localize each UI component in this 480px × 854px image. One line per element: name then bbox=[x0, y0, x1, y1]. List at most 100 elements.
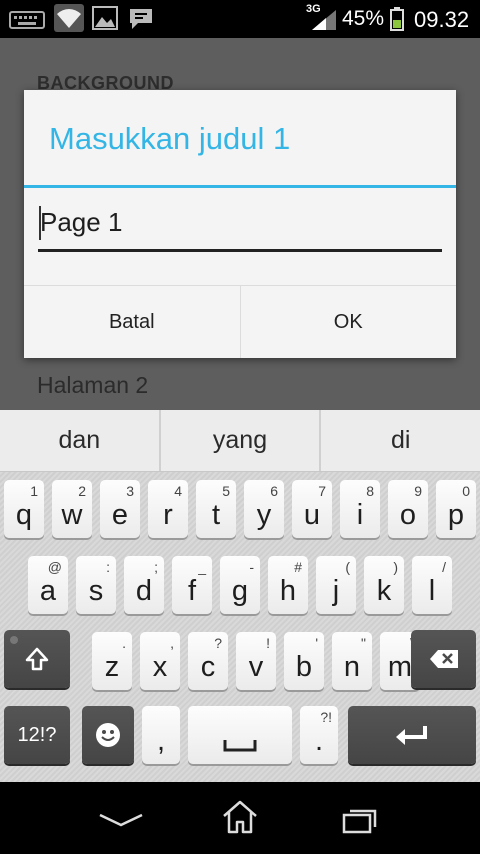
key-label: l bbox=[428, 575, 436, 607]
key-n[interactable]: " n bbox=[332, 632, 372, 690]
key-label: v bbox=[248, 651, 264, 683]
soft-keyboard: dan yang di 1q2w3e4r5t6y7u8i9o0p @ a: s; d _… bbox=[0, 410, 480, 782]
key-hint: / bbox=[442, 559, 446, 575]
key-label: x bbox=[152, 651, 168, 683]
key-i[interactable]: 8i bbox=[340, 480, 380, 538]
keyboard-icon bbox=[9, 11, 45, 29]
key-label: j bbox=[332, 575, 340, 607]
dialog-title: Masukkan judul 1 bbox=[49, 121, 291, 156]
navigation-bar bbox=[0, 782, 480, 854]
key-v[interactable]: ! v bbox=[236, 632, 276, 690]
key-label: c bbox=[200, 651, 216, 683]
key-hint: 4 bbox=[174, 483, 182, 499]
key-o[interactable]: 9o bbox=[388, 480, 428, 538]
key-hint: : bbox=[106, 559, 110, 575]
wifi-icon bbox=[54, 4, 84, 32]
title-divider bbox=[24, 185, 456, 188]
enter-key[interactable] bbox=[348, 706, 476, 764]
key-x[interactable]: ,x bbox=[140, 632, 180, 690]
key-hint: ( bbox=[345, 559, 350, 575]
message-icon bbox=[130, 9, 152, 29]
key-hint: 2 bbox=[78, 483, 86, 499]
key-hint: " bbox=[361, 635, 366, 651]
key-label: q bbox=[15, 499, 33, 531]
period-key[interactable]: ?! . bbox=[300, 706, 338, 764]
key-label: f bbox=[187, 575, 197, 607]
shift-icon bbox=[25, 647, 49, 671]
suggestion-2[interactable]: yang bbox=[158, 410, 320, 471]
key-label: s bbox=[88, 575, 104, 607]
key-hint: , bbox=[170, 635, 174, 651]
key-l[interactable]: / l bbox=[412, 556, 452, 614]
comma-key-label: , bbox=[156, 725, 166, 757]
suggestion-bar: dan yang di bbox=[0, 410, 480, 472]
title-dialog: Masukkan judul 1 Page 1 Batal OK bbox=[24, 90, 456, 358]
key-hint: @ bbox=[47, 559, 62, 575]
key-b[interactable]: ' b bbox=[284, 632, 324, 690]
key-label: r bbox=[163, 499, 173, 531]
key-a[interactable]: @ a bbox=[28, 556, 68, 614]
key-hint: ' bbox=[315, 635, 318, 651]
key-label: n bbox=[343, 651, 361, 683]
home-icon[interactable] bbox=[222, 800, 258, 834]
comma-key[interactable]: , bbox=[142, 706, 180, 764]
key-hint: ; bbox=[154, 559, 158, 575]
key-c[interactable]: ? c bbox=[188, 632, 228, 690]
key-hint: ? bbox=[214, 635, 222, 651]
key-hint: # bbox=[294, 559, 302, 575]
cancel-button[interactable]: Batal bbox=[24, 286, 240, 358]
key-d[interactable]: ; d bbox=[124, 556, 164, 614]
smiley-icon bbox=[96, 723, 120, 747]
key-hint: _ bbox=[198, 559, 206, 575]
key-e[interactable]: 3e bbox=[100, 480, 140, 538]
key-g[interactable]: -g bbox=[220, 556, 260, 614]
ok-button[interactable]: OK bbox=[239, 286, 457, 358]
key-h[interactable]: # h bbox=[268, 556, 308, 614]
key-q[interactable]: 1q bbox=[4, 480, 44, 538]
key-label: t bbox=[211, 499, 221, 531]
key-label: p bbox=[447, 499, 465, 531]
space-icon bbox=[223, 740, 257, 752]
back-icon[interactable] bbox=[98, 812, 144, 828]
key-hint: 5 bbox=[222, 483, 230, 499]
key-y[interactable]: 6y bbox=[244, 480, 284, 538]
key-s[interactable]: :s bbox=[76, 556, 116, 614]
key-u[interactable]: 7u bbox=[292, 480, 332, 538]
key-label: z bbox=[104, 651, 120, 683]
key-f[interactable]: _ f bbox=[172, 556, 212, 614]
key-hint: 1 bbox=[30, 483, 38, 499]
key-t[interactable]: 5t bbox=[196, 480, 236, 538]
key-w[interactable]: 2w bbox=[52, 480, 92, 538]
shift-indicator bbox=[10, 636, 18, 644]
gallery-icon bbox=[92, 6, 118, 30]
shift-key[interactable] bbox=[4, 630, 70, 688]
key-z[interactable]: .z bbox=[92, 632, 132, 690]
key-label: g bbox=[231, 575, 249, 607]
emoji-key[interactable] bbox=[82, 706, 134, 764]
key-label: y bbox=[256, 499, 272, 531]
key-label: i bbox=[356, 499, 364, 531]
space-key[interactable] bbox=[188, 706, 292, 764]
key-hint: 3 bbox=[126, 483, 134, 499]
clock: 09.32 bbox=[414, 7, 470, 32]
recents-icon[interactable] bbox=[342, 806, 378, 834]
key-k[interactable]: ) k bbox=[364, 556, 404, 614]
period-key-label: . bbox=[314, 725, 324, 757]
key-label: w bbox=[61, 499, 83, 531]
symbols-key[interactable]: 12!? bbox=[4, 706, 70, 764]
key-hint: 7 bbox=[318, 483, 326, 499]
backspace-key[interactable] bbox=[411, 630, 476, 688]
list-item[interactable]: Halaman 2 bbox=[37, 372, 148, 399]
key-r[interactable]: 4r bbox=[148, 480, 188, 538]
key-j[interactable]: (j bbox=[316, 556, 356, 614]
key-hint: 9 bbox=[414, 483, 422, 499]
title-input[interactable]: Page 1 bbox=[38, 202, 442, 252]
key-label: u bbox=[303, 499, 321, 531]
key-label: k bbox=[376, 575, 392, 607]
key-p[interactable]: 0p bbox=[436, 480, 476, 538]
suggestion-1[interactable]: dan bbox=[0, 410, 159, 471]
title-input-value: Page 1 bbox=[40, 207, 123, 237]
key-hint: 6 bbox=[270, 483, 278, 499]
suggestion-3[interactable]: di bbox=[319, 410, 480, 471]
backspace-icon bbox=[429, 650, 458, 668]
